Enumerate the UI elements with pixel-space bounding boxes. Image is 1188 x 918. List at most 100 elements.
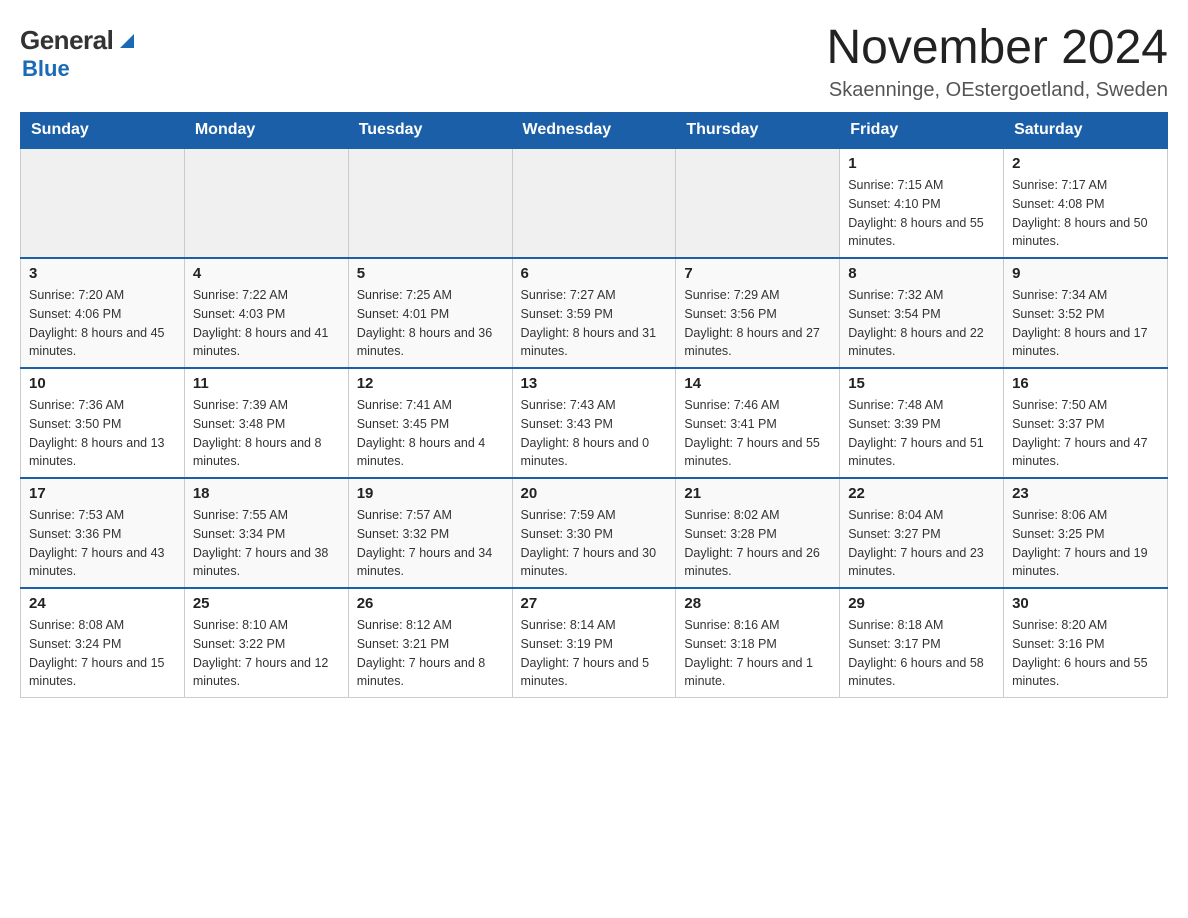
calendar-cell: 30Sunrise: 8:20 AMSunset: 3:16 PMDayligh… bbox=[1004, 588, 1168, 698]
calendar-cell: 5Sunrise: 7:25 AMSunset: 4:01 PMDaylight… bbox=[348, 258, 512, 368]
day-info: Sunrise: 8:02 AMSunset: 3:28 PMDaylight:… bbox=[684, 506, 831, 581]
calendar-cell: 29 Sunrise: 8:18 AMSunset: 3:17 PMDayligh… bbox=[840, 588, 1004, 698]
calendar-cell bbox=[21, 148, 185, 258]
calendar-day-header: Monday bbox=[184, 113, 348, 149]
calendar-week-row: 10 Sunrise: 7:36 AMSunset: 3:50 PMDayligh… bbox=[21, 368, 1168, 478]
day-number: 6 bbox=[521, 265, 668, 282]
calendar-cell: 4 Sunrise: 7:22 AMSunset: 4:03 PMDaylight… bbox=[184, 258, 348, 368]
day-number: 8 bbox=[848, 265, 995, 282]
calendar-cell: 9 Sunrise: 7:34 AMSunset: 3:52 PMDaylight… bbox=[1004, 258, 1168, 368]
calendar-day-header: Wednesday bbox=[512, 113, 676, 149]
calendar-table: SundayMondayTuesdayWednesdayThursdayFrid… bbox=[20, 112, 1168, 698]
day-info: Sunrise: 7:46 AMSunset: 3:41 PMDaylight:… bbox=[684, 396, 831, 471]
day-number: 18 bbox=[193, 485, 340, 502]
day-info: Sunrise: 7:39 AMSunset: 3:48 PMDaylight:… bbox=[193, 396, 340, 471]
day-number: 13 bbox=[521, 375, 668, 392]
day-number: 17 bbox=[29, 485, 176, 502]
day-info: Sunrise: 7:36 AMSunset: 3:50 PMDaylight:… bbox=[29, 396, 176, 471]
calendar-cell: 19Sunrise: 7:57 AMSunset: 3:32 PMDayligh… bbox=[348, 478, 512, 588]
day-number: 1 bbox=[848, 155, 995, 172]
calendar-cell: 7 Sunrise: 7:29 AMSunset: 3:56 PMDaylight… bbox=[676, 258, 840, 368]
calendar-cell: 18 Sunrise: 7:55 AMSunset: 3:34 PMDayligh… bbox=[184, 478, 348, 588]
day-info: Sunrise: 8:08 AMSunset: 3:24 PMDaylight:… bbox=[29, 616, 176, 691]
calendar-cell: 16Sunrise: 7:50 AMSunset: 3:37 PMDayligh… bbox=[1004, 368, 1168, 478]
day-info: Sunrise: 7:55 AMSunset: 3:34 PMDaylight:… bbox=[193, 506, 340, 581]
day-info: Sunrise: 7:29 AMSunset: 3:56 PMDaylight:… bbox=[684, 286, 831, 361]
day-info: Sunrise: 7:57 AMSunset: 3:32 PMDaylight:… bbox=[357, 506, 504, 581]
day-number: 22 bbox=[848, 485, 995, 502]
day-info: Sunrise: 8:10 AMSunset: 3:22 PMDaylight:… bbox=[193, 616, 340, 691]
calendar-cell: 23Sunrise: 8:06 AMSunset: 3:25 PMDayligh… bbox=[1004, 478, 1168, 588]
calendar-cell: 2 Sunrise: 7:17 AMSunset: 4:08 PMDaylight… bbox=[1004, 148, 1168, 258]
day-info: Sunrise: 7:53 AMSunset: 3:36 PMDaylight:… bbox=[29, 506, 176, 581]
day-info: Sunrise: 7:20 AMSunset: 4:06 PMDaylight:… bbox=[29, 286, 176, 361]
day-info: Sunrise: 8:16 AMSunset: 3:18 PMDaylight:… bbox=[684, 616, 831, 691]
day-info: Sunrise: 7:34 AMSunset: 3:52 PMDaylight:… bbox=[1012, 286, 1159, 361]
calendar-cell bbox=[184, 148, 348, 258]
day-number: 28 bbox=[684, 595, 831, 612]
calendar-cell bbox=[676, 148, 840, 258]
calendar-cell: 1Sunrise: 7:15 AMSunset: 4:10 PMDaylight… bbox=[840, 148, 1004, 258]
main-title: November 2024 bbox=[826, 20, 1168, 75]
calendar-cell: 3 Sunrise: 7:20 AMSunset: 4:06 PMDaylight… bbox=[21, 258, 185, 368]
day-info: Sunrise: 7:22 AMSunset: 4:03 PMDaylight:… bbox=[193, 286, 340, 361]
day-info: Sunrise: 7:48 AMSunset: 3:39 PMDaylight:… bbox=[848, 396, 995, 471]
calendar-cell: 8 Sunrise: 7:32 AMSunset: 3:54 PMDaylight… bbox=[840, 258, 1004, 368]
day-number: 21 bbox=[684, 485, 831, 502]
day-info: Sunrise: 8:18 AMSunset: 3:17 PMDaylight:… bbox=[848, 616, 995, 691]
calendar-cell: 10 Sunrise: 7:36 AMSunset: 3:50 PMDayligh… bbox=[21, 368, 185, 478]
calendar-header-row: SundayMondayTuesdayWednesdayThursdayFrid… bbox=[21, 113, 1168, 149]
calendar-cell bbox=[348, 148, 512, 258]
calendar-week-row: 17 Sunrise: 7:53 AMSunset: 3:36 PMDayligh… bbox=[21, 478, 1168, 588]
day-info: Sunrise: 7:59 AMSunset: 3:30 PMDaylight:… bbox=[521, 506, 668, 581]
day-info: Sunrise: 7:32 AMSunset: 3:54 PMDaylight:… bbox=[848, 286, 995, 361]
logo: General Blue bbox=[20, 25, 138, 82]
calendar-cell: 25 Sunrise: 8:10 AMSunset: 3:22 PMDayligh… bbox=[184, 588, 348, 698]
day-info: Sunrise: 8:14 AMSunset: 3:19 PMDaylight:… bbox=[521, 616, 668, 691]
day-number: 7 bbox=[684, 265, 831, 282]
day-number: 9 bbox=[1012, 265, 1159, 282]
day-number: 11 bbox=[193, 375, 340, 392]
day-number: 10 bbox=[29, 375, 176, 392]
day-number: 29 bbox=[848, 595, 995, 612]
calendar-day-header: Thursday bbox=[676, 113, 840, 149]
calendar-cell: 11 Sunrise: 7:39 AMSunset: 3:48 PMDayligh… bbox=[184, 368, 348, 478]
calendar-cell: 21 Sunrise: 8:02 AMSunset: 3:28 PMDayligh… bbox=[676, 478, 840, 588]
calendar-week-row: 24Sunrise: 8:08 AMSunset: 3:24 PMDayligh… bbox=[21, 588, 1168, 698]
calendar-week-row: 3 Sunrise: 7:20 AMSunset: 4:06 PMDaylight… bbox=[21, 258, 1168, 368]
logo-triangle-icon bbox=[116, 30, 138, 52]
calendar-day-header: Sunday bbox=[21, 113, 185, 149]
day-info: Sunrise: 7:27 AMSunset: 3:59 PMDaylight:… bbox=[521, 286, 668, 361]
calendar-cell: 14 Sunrise: 7:46 AMSunset: 3:41 PMDayligh… bbox=[676, 368, 840, 478]
day-info: Sunrise: 7:25 AMSunset: 4:01 PMDaylight:… bbox=[357, 286, 504, 361]
calendar-day-header: Saturday bbox=[1004, 113, 1168, 149]
day-number: 3 bbox=[29, 265, 176, 282]
calendar-day-header: Friday bbox=[840, 113, 1004, 149]
calendar-cell: 17 Sunrise: 7:53 AMSunset: 3:36 PMDayligh… bbox=[21, 478, 185, 588]
day-info: Sunrise: 7:43 AMSunset: 3:43 PMDaylight:… bbox=[521, 396, 668, 471]
subtitle: Skaenninge, OEstergoetland, Sweden bbox=[826, 79, 1168, 102]
logo-blue-text: Blue bbox=[22, 56, 70, 82]
calendar-week-row: 1Sunrise: 7:15 AMSunset: 4:10 PMDaylight… bbox=[21, 148, 1168, 258]
calendar-cell: 20Sunrise: 7:59 AMSunset: 3:30 PMDayligh… bbox=[512, 478, 676, 588]
day-number: 12 bbox=[357, 375, 504, 392]
day-info: Sunrise: 8:12 AMSunset: 3:21 PMDaylight:… bbox=[357, 616, 504, 691]
day-number: 15 bbox=[848, 375, 995, 392]
day-number: 4 bbox=[193, 265, 340, 282]
logo-general-text: General bbox=[20, 25, 113, 56]
calendar-cell: 12Sunrise: 7:41 AMSunset: 3:45 PMDayligh… bbox=[348, 368, 512, 478]
day-number: 30 bbox=[1012, 595, 1159, 612]
page-header: General Blue November 2024 Skaenninge, O… bbox=[20, 20, 1168, 102]
calendar-cell: 6 Sunrise: 7:27 AMSunset: 3:59 PMDaylight… bbox=[512, 258, 676, 368]
day-number: 25 bbox=[193, 595, 340, 612]
calendar-cell: 22Sunrise: 8:04 AMSunset: 3:27 PMDayligh… bbox=[840, 478, 1004, 588]
day-info: Sunrise: 7:17 AMSunset: 4:08 PMDaylight:… bbox=[1012, 176, 1159, 251]
calendar-cell: 15 Sunrise: 7:48 AMSunset: 3:39 PMDayligh… bbox=[840, 368, 1004, 478]
day-number: 2 bbox=[1012, 155, 1159, 172]
calendar-cell: 27Sunrise: 8:14 AMSunset: 3:19 PMDayligh… bbox=[512, 588, 676, 698]
calendar-cell: 24Sunrise: 8:08 AMSunset: 3:24 PMDayligh… bbox=[21, 588, 185, 698]
day-number: 14 bbox=[684, 375, 831, 392]
calendar-day-header: Tuesday bbox=[348, 113, 512, 149]
day-number: 26 bbox=[357, 595, 504, 612]
calendar-cell: 26 Sunrise: 8:12 AMSunset: 3:21 PMDayligh… bbox=[348, 588, 512, 698]
